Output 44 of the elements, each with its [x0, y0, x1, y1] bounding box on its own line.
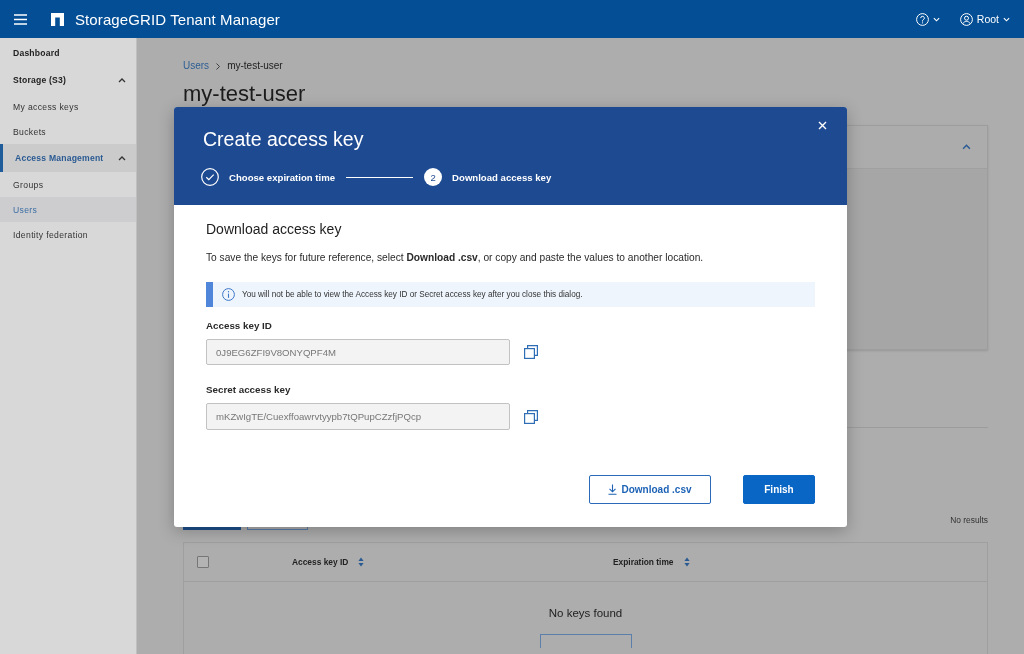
- sidebar-group[interactable]: Storage (S3): [0, 66, 136, 94]
- alert-text: You will not be able to view the Access key ID or Secret access key after you close this dialog.: [242, 290, 583, 299]
- step-label: Download access key: [452, 171, 552, 183]
- sidebar-item[interactable]: Users: [0, 197, 136, 222]
- field-label: Access key ID: [206, 319, 272, 332]
- results-count: No results: [950, 514, 988, 527]
- sidebar-group[interactable]: Access Management: [0, 144, 136, 172]
- field-label: Secret access key: [206, 383, 291, 396]
- sidebar-item[interactable]: Identity federation: [0, 222, 136, 247]
- chevron-down-icon: [932, 16, 940, 22]
- dialog-title: Create access key: [203, 127, 364, 152]
- chevron-up-icon[interactable]: [962, 144, 971, 150]
- finish-button[interactable]: Finish: [743, 475, 815, 504]
- input-field[interactable]: 0J9EG6ZFI9V8ONYQPF4M: [206, 339, 510, 365]
- page-title: my-test-user: [183, 82, 306, 106]
- user-icon: [959, 12, 973, 26]
- chevron-down-icon: [1003, 16, 1010, 22]
- step-number: 2: [424, 168, 443, 186]
- help-menu-button[interactable]: [913, 10, 942, 28]
- chevron-right-icon: [216, 62, 221, 70]
- help-icon: [915, 12, 929, 26]
- info-icon: [222, 288, 235, 301]
- sidebar-item[interactable]: My access keys: [0, 94, 136, 119]
- input-field[interactable]: mKZwIgTE/Cuexffoawrvtyypb7tQPupCZzfjPQcp: [206, 403, 510, 430]
- column-header[interactable]: Expiration time: [613, 557, 690, 567]
- app-title: StorageGRID Tenant Manager: [75, 10, 280, 28]
- empty-message: No keys found: [548, 606, 623, 621]
- column-header[interactable]: Access key ID: [292, 557, 365, 567]
- breadcrumb-current: my-test-user: [227, 59, 283, 73]
- section-heading: Download access key: [206, 220, 342, 238]
- logo-icon: [51, 12, 64, 26]
- instructions-text: To save the keys for future reference, select Download .csv, or copy and paste the values to another location.: [206, 251, 704, 265]
- user-menu-button[interactable]: Root: [957, 10, 1012, 28]
- close-icon[interactable]: [818, 121, 827, 130]
- checkbox[interactable]: [197, 556, 209, 568]
- sidebar-item[interactable]: Dashboard: [0, 40, 136, 66]
- copy-icon[interactable]: [524, 345, 538, 359]
- step-label: Choose expiration time: [229, 171, 336, 183]
- copy-icon[interactable]: [524, 409, 538, 424]
- download-button[interactable]: Download .csv: [589, 475, 711, 504]
- menu-icon[interactable]: [14, 13, 27, 25]
- sidebar-item[interactable]: Groups: [0, 172, 136, 197]
- sidebar-item[interactable]: Buckets: [0, 119, 136, 144]
- download-icon: [608, 484, 618, 495]
